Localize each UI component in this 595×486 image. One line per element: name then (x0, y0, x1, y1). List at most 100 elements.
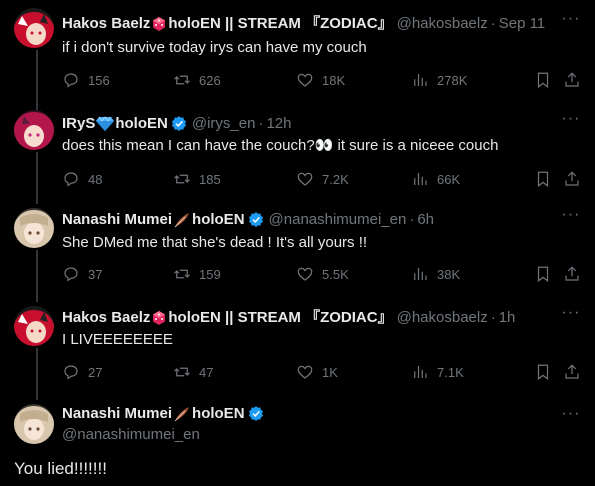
avatar-image (14, 208, 54, 248)
reply-button[interactable]: 48 (62, 169, 102, 189)
like-button[interactable]: 1K (296, 362, 338, 382)
avatar-image (14, 110, 54, 150)
user-handle[interactable]: @irys_en (192, 114, 256, 134)
share-button[interactable] (563, 264, 589, 284)
user-handle[interactable]: @nanashimumei_en (269, 210, 407, 230)
bookmark-button[interactable] (534, 264, 560, 284)
display-name[interactable]: Hakos Baelz (62, 14, 150, 34)
tweet[interactable]: IRyS holoEN @irys_en · 12h ··· does this… (0, 102, 595, 200)
timestamp[interactable]: 12h (266, 114, 291, 134)
separator-dot: · (258, 115, 264, 132)
display-name[interactable]: Nanashi Mumei (62, 404, 172, 424)
view-count: 278K (437, 72, 468, 88)
reply-icon (64, 365, 78, 380)
tweet-header: Hakos Baelz holoEN || STREAM 『ZODIAC』 @h… (62, 14, 545, 34)
bookmark-button[interactable] (534, 169, 560, 189)
display-name[interactable]: Hakos Baelz (62, 308, 150, 328)
timestamp[interactable]: 1h (499, 308, 516, 328)
views-chart-icon (414, 366, 427, 378)
main-tweet-text: You lied!!!!!!! (14, 459, 107, 478)
separator-dot: · (409, 211, 415, 228)
repost-icon (174, 269, 190, 279)
repost-button[interactable]: 47 (173, 362, 213, 382)
repost-button[interactable]: 626 (173, 70, 221, 90)
reply-count: 156 (88, 72, 110, 88)
views-button[interactable]: 38K (411, 264, 460, 284)
repost-button[interactable]: 185 (173, 169, 221, 189)
tweet[interactable]: Nanashi Mumei holoEN @nanashimumei_en · … (0, 200, 595, 298)
avatar-image (14, 306, 54, 346)
more-options-icon[interactable]: ··· (561, 406, 581, 428)
display-name-suffix[interactable]: holoEN (192, 210, 245, 230)
bookmark-button[interactable] (534, 70, 560, 90)
like-button[interactable]: 18K (296, 70, 345, 90)
like-count: 18K (322, 72, 346, 88)
avatar[interactable] (14, 404, 54, 444)
display-name[interactable]: Nanashi Mumei (62, 210, 172, 230)
user-handle[interactable]: @nanashimumei_en (62, 425, 200, 445)
user-handle[interactable]: @hakosbaelz (397, 308, 488, 328)
repost-button[interactable]: 159 (173, 264, 221, 284)
reply-count: 27 (88, 364, 103, 380)
reply-icon (64, 73, 78, 88)
share-button[interactable] (563, 169, 589, 189)
views-button[interactable]: 66K (411, 169, 460, 189)
feather-emoji-icon (174, 407, 190, 422)
avatar[interactable] (14, 208, 54, 248)
tweet-text: if i don't survive today irys can have m… (62, 39, 367, 56)
separator-dot: · (490, 15, 496, 32)
display-name-suffix[interactable]: holoEN (115, 114, 168, 134)
views-button[interactable]: 278K (411, 70, 467, 90)
reply-count: 48 (88, 171, 103, 187)
avatar[interactable] (14, 306, 54, 346)
timestamp[interactable]: Sep 11 (499, 14, 545, 34)
bookmark-icon (537, 72, 549, 88)
share-button[interactable] (563, 70, 589, 90)
avatar[interactable] (14, 110, 54, 150)
reply-button[interactable]: 27 (62, 362, 102, 382)
tweet[interactable]: Hakos Baelz holoEN || STREAM 『ZODIAC』 @h… (0, 298, 595, 396)
share-icon (565, 364, 579, 379)
repost-icon (174, 174, 190, 184)
bookmark-icon (537, 266, 549, 282)
views-chart-icon (414, 268, 427, 280)
more-options-icon[interactable]: ··· (561, 207, 581, 229)
tweet-actions: 27 47 1K 7.1K (56, 362, 581, 382)
main-tweet-header: Nanashi Mumei holoEN (62, 404, 265, 424)
views-button[interactable]: 7.1K (411, 362, 464, 382)
repost-count: 159 (199, 266, 221, 282)
reply-button[interactable]: 156 (62, 70, 110, 90)
display-name[interactable]: IRyS (62, 114, 95, 134)
feather-emoji-icon (174, 213, 190, 228)
like-button[interactable]: 7.2K (296, 169, 349, 189)
bookmark-button[interactable] (534, 362, 560, 382)
heart-icon (297, 73, 313, 87)
view-count: 7.1K (437, 364, 464, 380)
reply-count: 37 (88, 266, 103, 282)
like-button[interactable]: 5.5K (296, 264, 349, 284)
display-name-suffix[interactable]: holoEN || STREAM 『ZODIAC』 (168, 308, 392, 328)
more-options-icon[interactable]: ··· (561, 305, 581, 327)
verified-badge-icon (248, 212, 263, 227)
tweet-actions: 37 159 5.5K 38K (56, 264, 581, 284)
avatar[interactable] (14, 8, 54, 48)
more-options-icon[interactable]: ··· (561, 111, 581, 133)
tweet[interactable]: Hakos Baelz holoEN || STREAM 『ZODIAC』 @h… (0, 0, 595, 100)
user-handle[interactable]: @hakosbaelz (397, 14, 488, 34)
timestamp[interactable]: 6h (417, 210, 434, 230)
repost-count: 47 (199, 364, 214, 380)
heart-icon (297, 267, 313, 281)
share-button[interactable] (563, 362, 589, 382)
view-count: 66K (437, 171, 461, 187)
display-name-suffix[interactable]: holoEN (192, 404, 245, 424)
dice-emoji-icon (153, 17, 166, 31)
share-icon (565, 72, 579, 87)
display-name-suffix[interactable]: holoEN || STREAM 『ZODIAC』 (168, 14, 392, 34)
heart-icon (297, 365, 313, 379)
gem-emoji-icon (96, 116, 115, 131)
more-options-icon[interactable]: ··· (561, 11, 581, 33)
repost-icon (174, 75, 190, 85)
reply-button[interactable]: 37 (62, 264, 102, 284)
share-icon (565, 266, 579, 281)
bookmark-icon (537, 364, 549, 380)
